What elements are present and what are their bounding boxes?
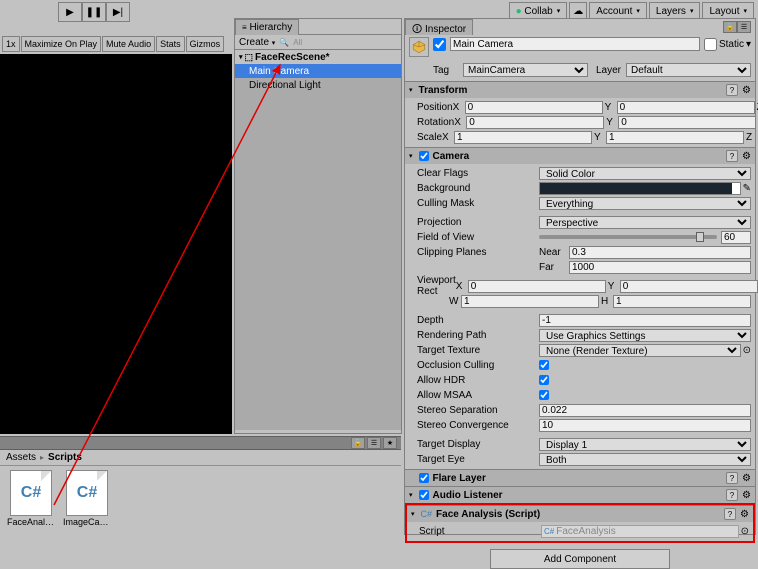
search-field[interactable]: All xyxy=(293,38,302,47)
scale-label: Scale xyxy=(409,132,442,143)
filter-icon[interactable]: ★ xyxy=(383,437,397,449)
gear-icon[interactable]: ⚙ xyxy=(742,151,751,162)
step-button[interactable]: ▶| xyxy=(106,2,130,22)
help-icon[interactable]: ? xyxy=(726,150,738,162)
occlusion-check[interactable] xyxy=(539,360,549,370)
rotation-x[interactable] xyxy=(466,116,604,129)
viewport-x[interactable] xyxy=(468,280,606,293)
clear-flags-select[interactable]: Solid Color xyxy=(539,167,751,180)
audio-enable[interactable] xyxy=(419,490,429,500)
foldout-icon[interactable]: ▾ xyxy=(239,53,243,61)
csharp-icon: C# xyxy=(66,470,108,516)
tag-label: Tag xyxy=(433,65,461,76)
add-component-button[interactable]: Add Component xyxy=(490,549,670,569)
zoom-level[interactable]: 1x xyxy=(2,36,20,52)
chevron-right-icon: ▸ xyxy=(40,453,44,462)
gear-icon[interactable]: ⚙ xyxy=(742,85,751,96)
transform-title: Transform xyxy=(419,85,723,96)
script-asset-imagecapture[interactable]: C# ImageCapt... xyxy=(64,470,110,531)
name-input[interactable] xyxy=(450,37,700,51)
hierarchy-item-directional-light[interactable]: Directional Light xyxy=(235,78,401,92)
help-icon[interactable]: ? xyxy=(724,508,736,520)
gizmos-toggle[interactable]: Gizmos xyxy=(186,36,225,52)
lock-icon[interactable]: 🔒 xyxy=(723,21,737,33)
game-viewport[interactable] xyxy=(0,54,232,434)
active-checkbox[interactable] xyxy=(433,38,446,51)
background-color[interactable] xyxy=(539,182,741,195)
target-display-select[interactable]: Display 1 xyxy=(539,438,751,451)
rotation-label: Rotation xyxy=(409,117,454,128)
maximize-toggle[interactable]: Maximize On Play xyxy=(21,36,102,52)
hierarchy-item-main-camera[interactable]: Main Camera xyxy=(235,64,401,78)
projection-select[interactable]: Perspective xyxy=(539,216,751,229)
layer-label: Layer xyxy=(596,65,624,76)
target-texture-select[interactable]: None (Render Texture) xyxy=(539,344,741,357)
search-icon: 🔍 xyxy=(279,38,289,47)
mute-toggle[interactable]: Mute Audio xyxy=(102,36,155,52)
flare-enable[interactable] xyxy=(419,473,429,483)
stereo-sep-input[interactable] xyxy=(539,404,751,417)
fov-value[interactable] xyxy=(721,231,751,244)
flare-title: Flare Layer xyxy=(433,473,723,484)
foldout-icon[interactable]: ▾ xyxy=(409,491,413,499)
stats-toggle[interactable]: Stats xyxy=(156,36,185,52)
inspector-tab[interactable]: 🛈 Inspector xyxy=(405,19,473,35)
csharp-icon: C# xyxy=(10,470,52,516)
viewport-h[interactable] xyxy=(613,295,751,308)
audio-title: Audio Listener xyxy=(433,490,723,501)
gear-icon[interactable]: ⚙ xyxy=(740,509,749,520)
rotation-y[interactable] xyxy=(618,116,756,129)
unity-icon: ⬚ xyxy=(245,52,254,63)
help-icon[interactable]: ? xyxy=(726,472,738,484)
scale-x[interactable] xyxy=(454,131,592,144)
viewport-w[interactable] xyxy=(461,295,599,308)
camera-enable[interactable] xyxy=(419,151,429,161)
eyedropper-icon[interactable]: ✎ xyxy=(743,183,751,194)
script-field[interactable]: C#FaceAnalysis xyxy=(541,525,739,538)
help-icon[interactable]: ? xyxy=(726,489,738,501)
play-button[interactable]: ▶ xyxy=(58,2,82,22)
render-path-select[interactable]: Use Graphics Settings xyxy=(539,329,751,342)
culling-select[interactable]: Everything xyxy=(539,197,751,210)
csharp-icon: C# xyxy=(421,509,433,519)
foldout-icon[interactable]: ▾ xyxy=(409,86,413,94)
layer-select[interactable]: Default xyxy=(626,63,751,77)
gear-icon[interactable]: ⚙ xyxy=(742,473,751,484)
breadcrumb[interactable]: Assets ▸ Scripts xyxy=(0,450,401,466)
position-x[interactable] xyxy=(465,101,603,114)
gameobject-icon[interactable] xyxy=(409,37,429,57)
picker-icon[interactable]: ⊙ xyxy=(743,345,751,356)
fov-slider[interactable] xyxy=(539,235,717,239)
create-button[interactable]: Create ▾ xyxy=(239,37,275,48)
hierarchy-tab[interactable]: ≡ Hierarchy xyxy=(235,19,299,35)
near-input[interactable] xyxy=(569,246,751,259)
position-label: Position xyxy=(409,102,453,113)
scale-y[interactable] xyxy=(606,131,744,144)
msaa-check[interactable] xyxy=(539,390,549,400)
foldout-icon[interactable]: ▾ xyxy=(411,510,415,518)
depth-input[interactable] xyxy=(539,314,751,327)
lock-icon[interactable]: 🔒 xyxy=(351,437,365,449)
stereo-conv-input[interactable] xyxy=(539,419,751,432)
camera-title: Camera xyxy=(433,151,723,162)
script-asset-faceanalysis[interactable]: C# FaceAnalys... xyxy=(8,470,54,531)
help-icon[interactable]: ? xyxy=(726,84,738,96)
static-checkbox[interactable] xyxy=(704,38,717,51)
far-input[interactable] xyxy=(569,261,751,274)
foldout-icon[interactable]: ▾ xyxy=(409,152,413,160)
scene-row[interactable]: ▾ ⬚ FaceRecScene* xyxy=(235,50,401,64)
project-status-bar: 🔒 ☰ ★ xyxy=(0,436,401,450)
face-analysis-title: Face Analysis (Script) xyxy=(436,509,720,520)
pause-button[interactable]: ❚❚ xyxy=(82,2,106,22)
position-y[interactable] xyxy=(617,101,755,114)
gear-icon[interactable]: ⚙ xyxy=(742,490,751,501)
hdr-check[interactable] xyxy=(539,375,549,385)
target-eye-select[interactable]: Both xyxy=(539,453,751,466)
list-icon[interactable]: ☰ xyxy=(367,437,381,449)
tag-select[interactable]: MainCamera xyxy=(463,63,588,77)
viewport-y[interactable] xyxy=(620,280,758,293)
menu-icon[interactable]: ☰ xyxy=(737,21,751,33)
